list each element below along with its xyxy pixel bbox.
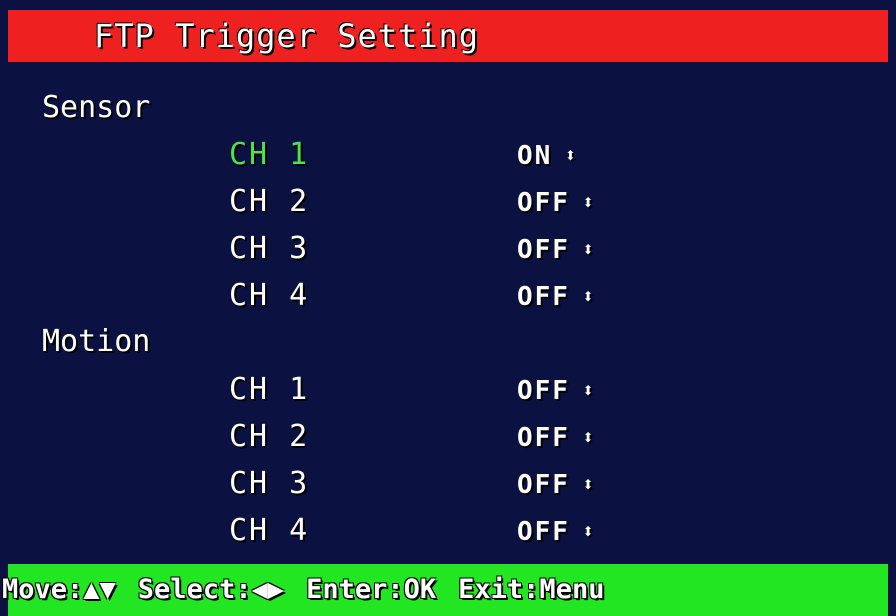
page-title: FTP Trigger Setting xyxy=(94,17,480,55)
up-down-arrow-icon: ⬍ xyxy=(581,519,595,543)
motion-section-label: Motion xyxy=(42,324,151,359)
motion-ch2-row[interactable]: CH 2 OFF ⬍ xyxy=(0,419,896,463)
help-text: Move:▲▼ Select:◀▶ Enter:OK Exit:Menu xyxy=(2,572,604,608)
help-bar: Move:▲▼ Select:◀▶ Enter:OK Exit:Menu xyxy=(2,564,888,616)
motion-ch1-label: CH 1 xyxy=(229,372,310,407)
up-down-arrow-icon: ⬍ xyxy=(581,284,595,308)
osd-screen: FTP Trigger Setting Sensor CH 1 ON ⬍ CH 2… xyxy=(0,0,896,616)
enter-hint: Enter:OK xyxy=(306,574,437,605)
sensor-ch4-value[interactable]: OFF ⬍ xyxy=(517,278,594,315)
sensor-ch2-row[interactable]: CH 2 OFF ⬍ xyxy=(0,184,896,228)
up-down-arrow-icon: ⬍ xyxy=(581,190,595,214)
sensor-ch2-label: CH 2 xyxy=(229,184,310,219)
motion-ch1-value[interactable]: OFF ⬍ xyxy=(517,372,594,409)
motion-ch3-label: CH 3 xyxy=(229,466,310,501)
motion-ch4-label: CH 4 xyxy=(229,513,310,548)
sensor-ch1-label: CH 1 xyxy=(229,137,310,172)
motion-ch4-row[interactable]: CH 4 OFF ⬍ xyxy=(0,513,896,557)
sensor-ch3-label: CH 3 xyxy=(229,231,310,266)
move-hint: Move:▲▼ xyxy=(2,574,116,605)
motion-ch3-value[interactable]: OFF ⬍ xyxy=(517,466,594,503)
sensor-ch4-row[interactable]: CH 4 OFF ⬍ xyxy=(0,278,896,322)
up-down-arrow-icon: ⬍ xyxy=(564,143,577,167)
sensor-section-label: Sensor xyxy=(42,90,151,125)
sensor-ch3-value[interactable]: OFF ⬍ xyxy=(517,231,594,268)
motion-ch2-value[interactable]: OFF ⬍ xyxy=(517,419,594,456)
select-hint: Select:◀▶ xyxy=(137,574,285,605)
exit-hint: Exit:Menu xyxy=(458,574,605,605)
up-down-arrow-icon: ⬍ xyxy=(581,237,595,261)
up-down-arrow-icon: ⬍ xyxy=(581,425,595,449)
up-down-arrow-icon: ⬍ xyxy=(581,378,595,402)
sensor-ch3-row[interactable]: CH 3 OFF ⬍ xyxy=(0,231,896,275)
motion-ch1-row[interactable]: CH 1 OFF ⬍ xyxy=(0,372,896,416)
motion-ch2-label: CH 2 xyxy=(229,419,310,454)
sensor-ch4-label: CH 4 xyxy=(229,278,310,313)
up-down-arrow-icon: ⬍ xyxy=(581,472,595,496)
sensor-ch1-value[interactable]: ON ⬍ xyxy=(517,137,576,174)
sensor-ch1-row[interactable]: CH 1 ON ⬍ xyxy=(0,137,896,181)
sensor-ch2-value[interactable]: OFF ⬍ xyxy=(517,184,594,221)
motion-ch3-row[interactable]: CH 3 OFF ⬍ xyxy=(0,466,896,510)
title-bar: FTP Trigger Setting xyxy=(8,10,888,62)
motion-ch4-value[interactable]: OFF ⬍ xyxy=(517,513,594,550)
